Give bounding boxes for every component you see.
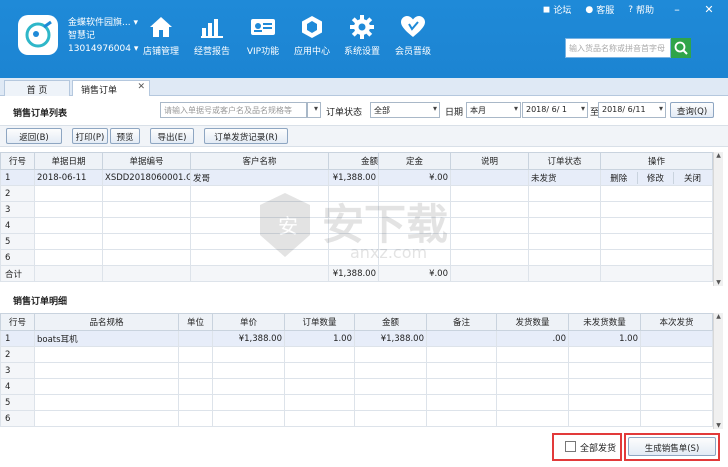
chevron-down-icon: ▾ (658, 104, 663, 113)
table-row[interactable]: 6 (0, 410, 713, 427)
total-row: 合计 ¥1,388.00 ¥.00 (0, 265, 713, 282)
table-header-row: 行号 单据日期 单据编号 客户名称 金额 定金 说明 订单状态 操作 (0, 152, 713, 170)
date-from-picker[interactable]: 2018/ 6/ 1 ▾ (522, 102, 588, 118)
order-detail-table: 行号 品名规格 单位 单价 订单数量 金额 备注 发货数量 未发货数量 本次发货… (0, 313, 713, 427)
scroll-up-icon[interactable]: ▲ (714, 313, 723, 320)
status-select[interactable]: 全部 ▾ (370, 102, 440, 118)
account-info[interactable]: 金蝶软件园旗... ▾ 智慧记 13014976004 ▾ (68, 17, 138, 56)
detail-scrollbar[interactable]: ▲ ▼ (713, 313, 723, 429)
help-link[interactable]: ? 帮助 (628, 3, 654, 17)
nav-label: 应用中心 (293, 47, 330, 57)
app-header: 金蝶软件园旗... ▾ 智慧记 13014976004 ▾ 店铺管理 经营报告 … (0, 0, 728, 78)
table-row[interactable]: 2 (0, 185, 713, 202)
forum-icon: ◼ (542, 4, 551, 15)
tab-home[interactable]: 首 页 (4, 80, 70, 96)
home-icon (146, 14, 176, 40)
row-actions: 删除 修改 关闭 (600, 169, 713, 186)
minimize-button[interactable]: – (668, 3, 686, 16)
tab-sales-order[interactable]: 销售订单 ✕ (72, 80, 150, 96)
close-order-button[interactable]: 关闭 (674, 172, 711, 184)
nav-system-settings[interactable]: 系统设置 (336, 14, 388, 57)
table-row[interactable]: 5 (0, 233, 713, 250)
generate-sales-order-button[interactable]: 生成销售单(S) (628, 437, 716, 456)
company-name: 金蝶软件园旗... (68, 18, 131, 28)
chevron-down-icon: ▾ (432, 104, 437, 113)
orders-scrollbar[interactable]: ▲ ▼ (713, 152, 723, 286)
date-to-picker[interactable]: 2018/ 6/11 ▾ (598, 102, 666, 118)
nav-label: 店铺管理 (142, 47, 179, 57)
order-search-input[interactable]: 请输入单据号或客户名及品名规格等 (160, 102, 307, 118)
scroll-down-icon[interactable]: ▼ (714, 422, 723, 429)
chevron-down-icon: ▾ (580, 104, 585, 113)
nav-label: 系统设置 (343, 47, 380, 57)
app-logo (18, 15, 58, 55)
scroll-up-icon[interactable]: ▲ (714, 152, 723, 159)
nav-app-center[interactable]: 应用中心 (286, 14, 338, 57)
table-row[interactable]: 3 (0, 201, 713, 218)
edit-order-button[interactable]: 修改 (638, 171, 675, 184)
table-row[interactable]: 3 (0, 362, 713, 379)
search-icon (674, 41, 688, 55)
tab-bar: 首 页 销售订单 ✕ (0, 78, 728, 96)
nav-label: VIP功能 (246, 47, 280, 57)
vip-card-icon (248, 14, 278, 40)
date-label: 日期 (445, 108, 464, 118)
nav-label: 会员晋级 (394, 47, 431, 57)
nav-business-report[interactable]: 经营报告 (186, 14, 238, 57)
date-range-select[interactable]: 本月 ▾ (466, 102, 521, 118)
query-button[interactable]: 查询(Q) (670, 102, 714, 118)
this-shipment-input[interactable] (640, 330, 713, 347)
export-button[interactable]: 导出(E) (150, 128, 194, 144)
nav-member-upgrade[interactable]: 会员晋级 (387, 14, 439, 57)
table-row[interactable]: 5 (0, 394, 713, 411)
order-detail-title: 销售订单明细 (13, 297, 68, 307)
status-label: 订单状态 (326, 108, 363, 118)
orders-table: 行号 单据日期 单据编号 客户名称 金额 定金 说明 订单状态 操作 1 201… (0, 152, 713, 282)
shipping-records-button[interactable]: 订单发货记录(R) (204, 128, 288, 144)
table-row[interactable]: 4 (0, 217, 713, 234)
scroll-down-icon[interactable]: ▼ (714, 279, 723, 286)
gear-icon (347, 14, 377, 40)
product-name: 智慧记 (68, 31, 96, 41)
print-button[interactable]: 打印(P) (72, 128, 108, 144)
user-icon: ● (585, 4, 594, 15)
bar-chart-icon (197, 14, 227, 40)
top-links: ◼ 论坛 ● 客服 ? 帮助 – ✕ (543, 3, 718, 16)
close-window-button[interactable]: ✕ (700, 3, 718, 16)
phone-number: 13014976004 (68, 44, 131, 54)
nav-store-management[interactable]: 店铺管理 (135, 14, 187, 57)
heart-badge-icon (398, 14, 428, 40)
ship-all-checkbox[interactable] (565, 441, 576, 452)
search-button[interactable] (671, 38, 691, 58)
preview-button[interactable]: 预览 (110, 128, 140, 144)
service-link[interactable]: ● 客服 (585, 3, 614, 17)
table-row[interactable]: 1 boats耳机 ¥1,388.00 1.00 ¥1,388.00 .00 1… (0, 330, 713, 347)
delete-order-button[interactable]: 删除 (602, 171, 638, 184)
forum-link[interactable]: ◼ 论坛 (542, 3, 572, 17)
order-list-title: 销售订单列表 (13, 109, 68, 119)
back-button[interactable]: 返回(B) (6, 128, 62, 144)
chevron-down-icon: ▾ (313, 104, 318, 113)
app-center-icon (297, 14, 327, 40)
table-row[interactable]: 2 (0, 346, 713, 363)
product-search-input[interactable]: 输入货品名称或拼音首字母 (565, 38, 671, 58)
chevron-down-icon: ▾ (513, 104, 518, 113)
table-row[interactable]: 4 (0, 378, 713, 395)
table-header-row: 行号 品名规格 单位 单价 订单数量 金额 备注 发货数量 未发货数量 本次发货 (0, 313, 713, 331)
help-icon: ? (628, 4, 633, 15)
ship-all-label: 全部发货 (580, 444, 617, 454)
nav-vip[interactable]: VIP功能 (237, 14, 289, 57)
nav-label: 经营报告 (193, 47, 230, 57)
footer-bar: 全部发货 生成销售单(S) (0, 430, 728, 467)
search-dropdown-button[interactable]: ▾ (307, 102, 321, 118)
table-row[interactable]: 6 (0, 249, 713, 266)
close-icon[interactable]: ✕ (137, 82, 145, 92)
table-row[interactable]: 1 2018-06-11 XSDD2018060001.G 发哥 ¥1,388.… (0, 169, 713, 186)
